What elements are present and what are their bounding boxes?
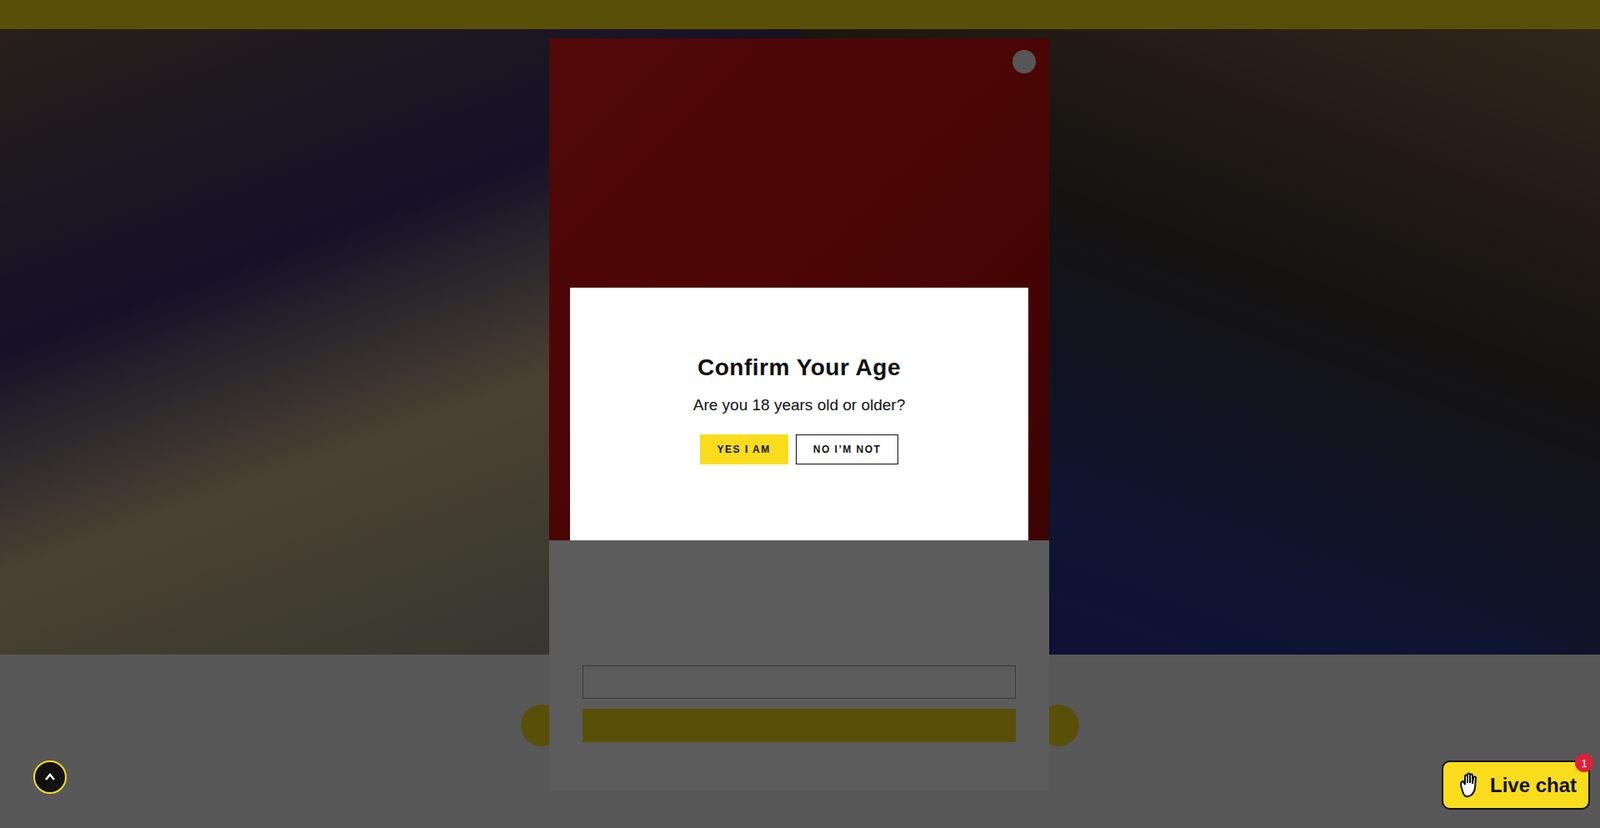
modal-title: Confirm Your Age (697, 354, 901, 381)
waving-hand-icon (1455, 770, 1484, 800)
scroll-top-button[interactable] (33, 760, 67, 794)
live-chat-button[interactable]: Live chat1 (1441, 760, 1590, 810)
deny-button[interactable]: NO I’M NOT (795, 434, 900, 465)
confirm-button[interactable]: YES I AM (700, 434, 789, 465)
button-row: YES I AMNO I’M NOT (700, 434, 900, 465)
age-modal: Confirm Your Age Are you 18 years old or … (570, 287, 1029, 540)
modal-question: Are you 18 years old or older? (693, 395, 906, 415)
chevron-up-icon (43, 770, 57, 784)
unread-badge: 1 (1575, 753, 1594, 772)
live-chat-label[interactable]: Live chat (1490, 773, 1577, 797)
